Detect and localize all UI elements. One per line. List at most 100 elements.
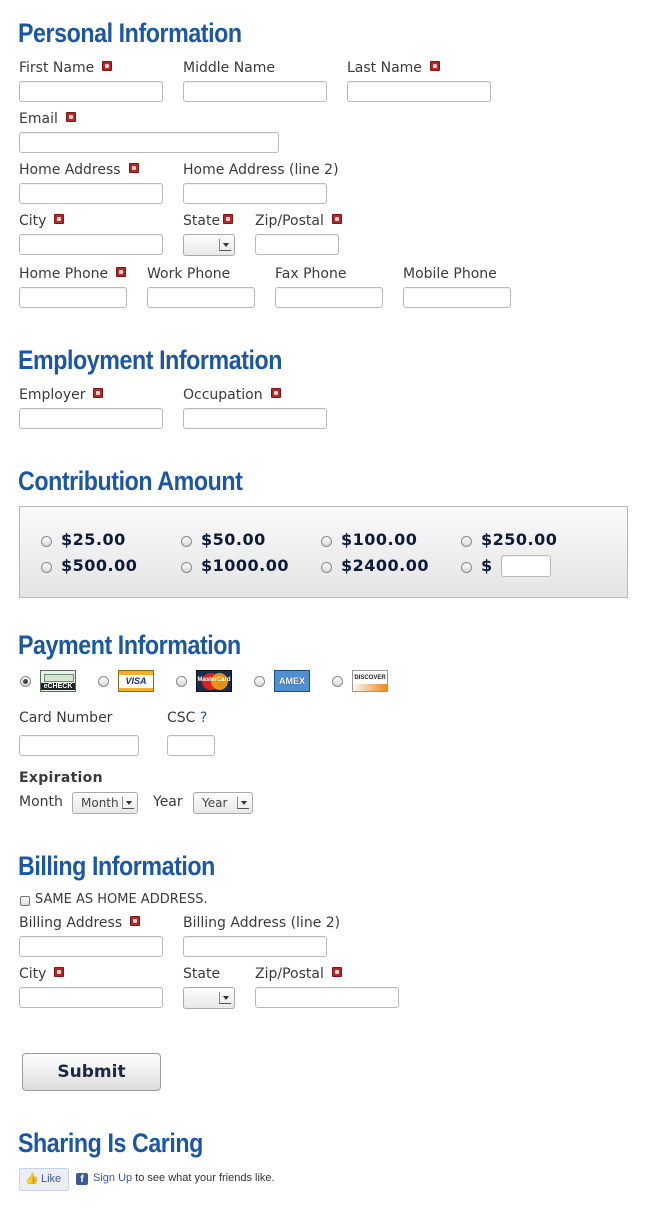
amount-radio-2400[interactable] (321, 562, 332, 573)
amount-radio-50[interactable] (181, 536, 192, 547)
other-amount-prefix: $ (481, 556, 493, 575)
required-icon (102, 61, 113, 71)
amount-radio-1000[interactable] (181, 562, 192, 573)
same-as-home-checkbox[interactable] (20, 896, 30, 906)
month-select[interactable]: Month (72, 792, 138, 814)
amount-label: $100.00 (341, 530, 418, 549)
amex-icon: AMEX (274, 670, 310, 692)
zip-input[interactable] (255, 234, 339, 255)
required-icon (270, 388, 281, 398)
required-icon (128, 163, 139, 173)
visa-icon: VISA (118, 670, 154, 692)
month-label: Month (19, 794, 63, 810)
last-name-input[interactable] (347, 81, 491, 102)
state-select[interactable] (183, 234, 235, 256)
email-input[interactable] (19, 132, 279, 153)
csc-input[interactable] (167, 735, 215, 756)
payment-radio-mastercard[interactable] (176, 676, 187, 687)
amount-radio-100[interactable] (321, 536, 332, 547)
city-label: City (19, 213, 65, 229)
required-icon (331, 967, 342, 977)
payment-radio-echeck[interactable] (20, 676, 31, 687)
amount-label: $500.00 (61, 556, 138, 575)
amount-radio-25[interactable] (41, 536, 52, 547)
amount-radio-500[interactable] (41, 562, 52, 573)
expiration-label: Expiration (19, 770, 103, 786)
first-name-label: First Name (19, 60, 113, 76)
mastercard-icon: MasterCard (196, 670, 232, 692)
thumbs-up-icon: 👍 (25, 1173, 39, 1185)
discover-icon: DISCOVER (352, 670, 388, 692)
state-label: State (183, 213, 234, 229)
dropdown-arrow-icon (122, 797, 134, 809)
section-title-employment: Employment Information (18, 345, 283, 375)
csc-label: CSC ? (167, 710, 208, 726)
first-name-input[interactable] (19, 81, 163, 102)
required-icon (116, 267, 127, 277)
middle-name-input[interactable] (183, 81, 327, 102)
middle-name-label: Middle Name (183, 60, 275, 76)
required-icon (223, 214, 234, 224)
section-title-payment: Payment Information (18, 630, 241, 660)
amount-label: $1000.00 (201, 556, 290, 575)
dropdown-arrow-icon (219, 992, 231, 1004)
home-phone-label: Home Phone (19, 266, 127, 282)
echeck-icon: eCHECK (40, 670, 76, 692)
email-label: Email (19, 111, 76, 127)
year-label: Year (153, 794, 183, 810)
fax-phone-input[interactable] (275, 287, 383, 308)
payment-radio-amex[interactable] (254, 676, 265, 687)
required-icon (65, 112, 76, 122)
zip-label: Zip/Postal (255, 213, 342, 229)
required-icon (331, 214, 342, 224)
billing-address-label: Billing Address (19, 915, 141, 931)
csc-help-icon[interactable]: ? (200, 710, 207, 726)
city-input[interactable] (19, 234, 163, 255)
card-number-label: Card Number (19, 710, 113, 726)
amount-label: $25.00 (61, 530, 126, 549)
amount-label: $250.00 (481, 530, 558, 549)
amount-radio-other[interactable] (461, 562, 472, 573)
billing-zip-input[interactable] (255, 987, 399, 1008)
section-title-personal: Personal Information (18, 18, 242, 48)
same-as-home-label: SAME AS HOME ADDRESS. (35, 892, 208, 907)
payment-radio-visa[interactable] (98, 676, 109, 687)
billing-city-input[interactable] (19, 987, 163, 1008)
work-phone-label: Work Phone (147, 266, 231, 282)
home-address-label: Home Address (19, 162, 139, 178)
other-amount-input[interactable] (501, 555, 551, 577)
payment-radio-discover[interactable] (332, 676, 343, 687)
employer-label: Employer (19, 387, 104, 403)
work-phone-input[interactable] (147, 287, 255, 308)
section-title-sharing: Sharing Is Caring (18, 1128, 203, 1158)
facebook-social-text: Sign Up to see what your friends like. (93, 1172, 275, 1184)
billing-zip-label: Zip/Postal (255, 966, 342, 982)
required-icon (54, 967, 65, 977)
billing-address-input[interactable] (19, 936, 163, 957)
billing-state-select[interactable] (183, 987, 235, 1009)
required-icon (93, 388, 104, 398)
billing-address2-label: Billing Address (line 2) (183, 915, 341, 931)
amount-label: $50.00 (201, 530, 266, 549)
section-title-contribution: Contribution Amount (18, 466, 243, 496)
home-phone-input[interactable] (19, 287, 127, 308)
facebook-like-button[interactable]: 👍 Like (19, 1168, 69, 1191)
contribution-panel (19, 506, 628, 598)
occupation-input[interactable] (183, 408, 327, 429)
home-address2-input[interactable] (183, 183, 327, 204)
home-address-input[interactable] (19, 183, 163, 204)
required-icon (130, 916, 141, 926)
amount-radio-250[interactable] (461, 536, 472, 547)
submit-button[interactable]: Submit (22, 1053, 161, 1091)
sign-up-link[interactable]: Sign Up (93, 1172, 132, 1184)
last-name-label: Last Name (347, 60, 440, 76)
billing-address2-input[interactable] (183, 936, 327, 957)
mobile-phone-label: Mobile Phone (403, 266, 497, 282)
card-number-input[interactable] (19, 735, 139, 756)
mobile-phone-input[interactable] (403, 287, 511, 308)
year-select[interactable]: Year (193, 792, 253, 814)
facebook-icon: f (76, 1173, 88, 1185)
employer-input[interactable] (19, 408, 163, 429)
required-icon (54, 214, 65, 224)
fax-phone-label: Fax Phone (275, 266, 347, 282)
